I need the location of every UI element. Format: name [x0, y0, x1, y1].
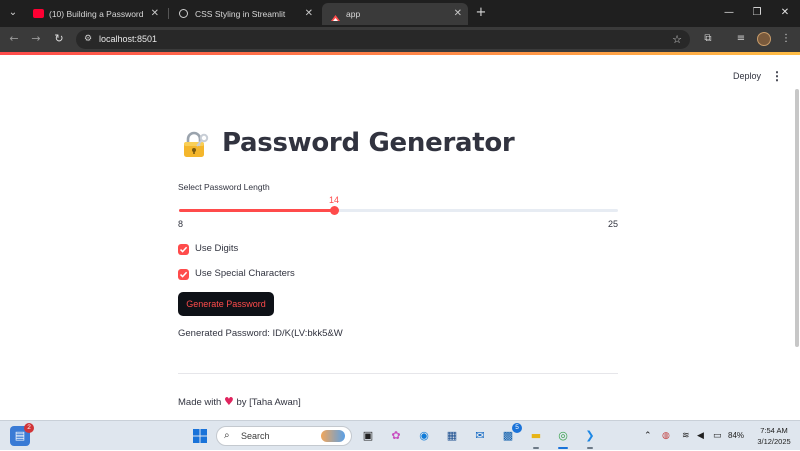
app-page: Deploy ⋮ Password Generator Select Passw… — [0, 55, 800, 420]
security-icon[interactable]: ◍ — [662, 428, 670, 444]
tab-css-styling[interactable]: CSS Styling in Streamlit ✕ — [171, 3, 319, 25]
browser-tab-strip: ⌄ (10) Building a Password Gener ✕ CSS S… — [0, 0, 800, 27]
tab-app[interactable]: app ✕ — [322, 3, 468, 25]
forward-button[interactable]: → — [27, 30, 45, 48]
slider-min-label: 8 — [178, 219, 184, 229]
tab-title: app — [346, 9, 361, 19]
battery-icon[interactable]: ▭ — [713, 428, 722, 444]
windows-start-icon[interactable] — [190, 426, 210, 446]
divider — [178, 373, 618, 374]
media-controls-icon[interactable]: ≡ — [733, 31, 749, 47]
chrome-menu-icon[interactable]: ⋮ — [778, 31, 794, 47]
task-view-icon[interactable]: ▣ — [358, 426, 378, 446]
lock-with-key-icon — [180, 129, 210, 159]
checkbox-checked-icon[interactable] — [178, 269, 189, 280]
password-length-slider[interactable] — [179, 206, 618, 215]
volume-icon[interactable]: ◀ — [697, 428, 704, 444]
reload-button[interactable]: ↻ — [50, 30, 68, 48]
store-icon[interactable]: ▦ — [442, 426, 462, 446]
slider-thumb[interactable] — [330, 206, 339, 215]
show-hidden-icons-chevron[interactable]: ⌃ — [644, 428, 652, 444]
taskbar-search-box[interactable]: ⌕ Search — [216, 426, 352, 446]
globe-icon — [179, 9, 188, 18]
tab-title: CSS Styling in Streamlit — [195, 9, 286, 19]
vscode-icon[interactable]: ❯ — [580, 426, 600, 449]
checkbox-label: Use Digits — [195, 243, 239, 254]
search-icon: ⌕ — [224, 430, 230, 441]
extensions-icon[interactable]: ⧉ — [700, 31, 716, 47]
generate-password-button[interactable]: Generate Password — [178, 292, 274, 316]
main-menu-icon[interactable]: ⋮ — [771, 68, 783, 84]
wifi-icon[interactable]: ≋ — [682, 428, 690, 444]
footer: Made with ♥ by [Taha Awan] — [178, 395, 301, 408]
outlook-icon[interactable]: ✉ — [470, 426, 490, 446]
clock-time: 7:54 AM — [760, 426, 788, 435]
mail-badge: 5 — [512, 423, 522, 433]
scrollbar[interactable] — [795, 89, 799, 347]
back-button[interactable]: ← — [5, 30, 23, 48]
close-tab-icon[interactable]: ✕ — [305, 3, 313, 25]
notification-badge: 2 — [24, 423, 34, 433]
new-tab-button[interactable]: + — [472, 3, 490, 23]
slider-filled-track — [179, 209, 334, 212]
streamlit-icon — [330, 9, 341, 21]
page-title: Password Generator — [222, 128, 515, 158]
clock-date: 3/12/2025 — [757, 437, 791, 446]
system-clock[interactable]: 7:54 AM 3/12/2025 — [752, 425, 796, 447]
generated-password-text: Generated Password: ID/K(LV:bkk5&W — [178, 328, 343, 339]
site-info-icon[interactable]: ⚙ — [82, 33, 94, 45]
footer-prefix: Made with — [178, 397, 222, 408]
slider-label: Select Password Length — [178, 182, 270, 192]
widgets-icon[interactable]: ▤ 2 — [10, 423, 34, 446]
file-explorer-icon[interactable]: ▬ — [526, 426, 546, 449]
url-text[interactable]: localhost:8501 — [99, 30, 157, 49]
browser-toolbar: ← → ↻ ⚙ localhost:8501 ☆ ⧉ ≡ ⋮ — [0, 27, 800, 52]
checkbox-label: Use Special Characters — [195, 268, 295, 279]
deploy-button[interactable]: Deploy — [733, 71, 761, 81]
copilot-icon[interactable]: ✿ — [386, 426, 406, 446]
search-highlight-icon — [321, 430, 345, 442]
chrome-icon[interactable]: ◎ — [553, 426, 573, 449]
tab-title: (10) Building a Password Gener — [49, 9, 143, 19]
mail-icon[interactable]: ▩ 5 — [498, 423, 522, 446]
tab-search-chevron-icon[interactable]: ⌄ — [4, 4, 22, 22]
address-bar[interactable]: ⚙ localhost:8501 ☆ — [76, 30, 690, 49]
minimize-button[interactable]: — — [716, 3, 742, 23]
slider-max-label: 25 — [608, 219, 619, 229]
slider-current-value: 14 — [328, 195, 339, 205]
footer-suffix: by [Taha Awan] — [236, 397, 301, 408]
close-window-button[interactable]: ✕ — [772, 3, 798, 23]
youtube-icon — [33, 9, 44, 18]
close-tab-icon[interactable]: ✕ — [151, 3, 159, 25]
edge-browser-icon[interactable]: ◉ — [414, 426, 434, 446]
bookmark-star-icon[interactable]: ☆ — [672, 30, 682, 49]
close-tab-icon[interactable]: ✕ — [454, 3, 462, 25]
heart-icon: ♥ — [223, 395, 234, 408]
search-placeholder: Search — [241, 431, 270, 441]
profile-avatar[interactable] — [757, 32, 771, 46]
tab-youtube[interactable]: (10) Building a Password Gener ✕ — [25, 3, 165, 25]
checkbox-checked-icon[interactable] — [178, 244, 189, 255]
windows-taskbar: ▤ 2 ⌕ Search ▣ ✿ ◉ ▦ ✉ ▩ 5 ▬ ◎ ❯ ⌃ ◍ ≋ ◀… — [0, 420, 800, 450]
battery-percent: 84% — [728, 431, 745, 440]
restore-button[interactable]: ❐ — [744, 3, 770, 23]
